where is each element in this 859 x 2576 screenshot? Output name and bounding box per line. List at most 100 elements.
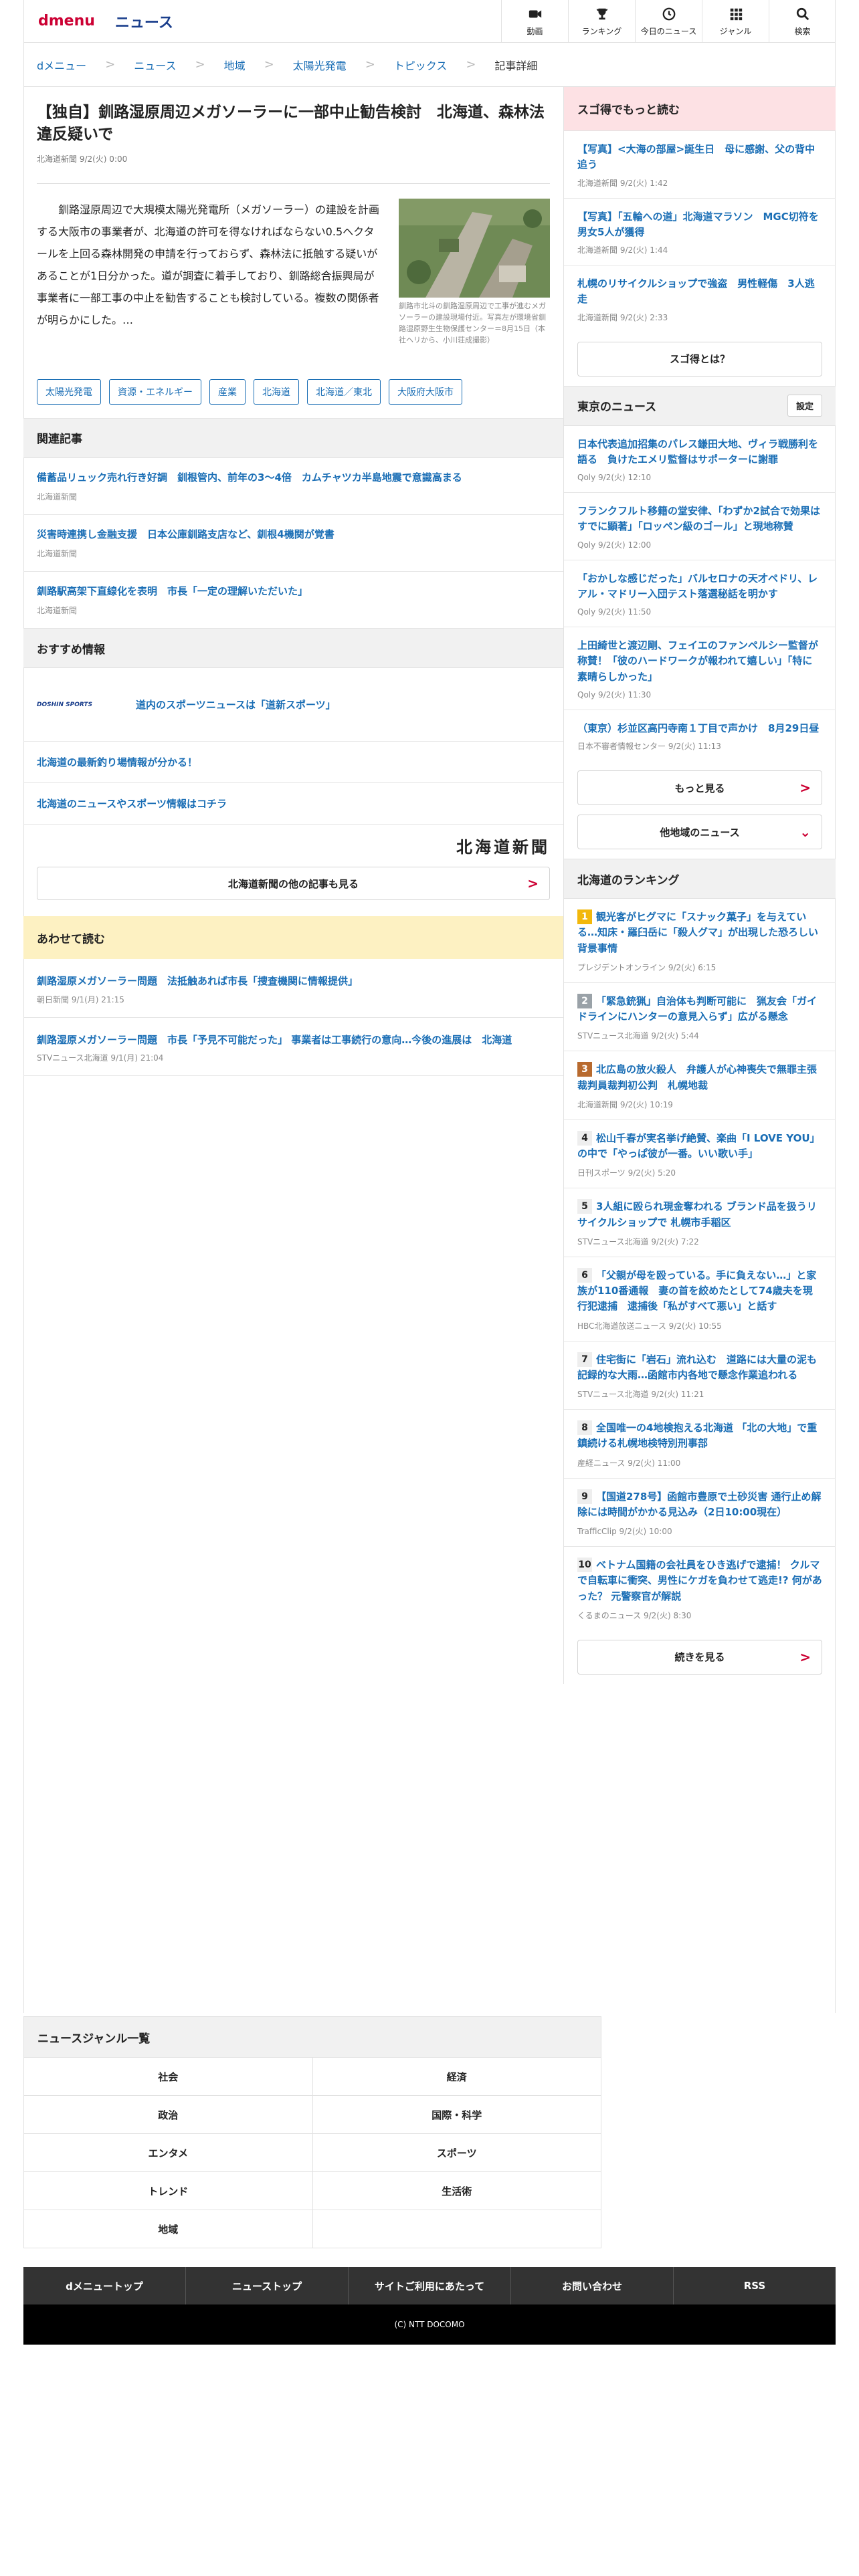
tag-chip[interactable]: 大阪府大阪市 xyxy=(389,379,462,405)
recommend-item-sports[interactable]: DOSHIN SPORTS 道内のスポーツニュースは「道新スポーツ」 xyxy=(23,668,563,742)
article-photo[interactable] xyxy=(399,198,550,298)
tokyo-item[interactable]: 「おかしな感じだった」バルセロナの天才ペドリ、レアル・マドリー入団テスト落選秘話… xyxy=(564,560,836,627)
rank-source: STVニュース北海道 9/2(火) 11:21 xyxy=(577,1390,704,1399)
footer-link-dmenu-top[interactable]: dメニュートップ xyxy=(23,2267,186,2304)
article-text[interactable]: 釧路湿原周辺で大規模太陽光発電所（メガソーラー）の建設を計画する大阪市の事業者が… xyxy=(37,199,383,346)
breadcrumb-region[interactable]: 地域 xyxy=(224,57,246,73)
tag-chip[interactable]: 産業 xyxy=(209,379,246,405)
related-item[interactable]: 災害時連携し金融支援 日本公庫釧路支店など、釧根4機関が覚書 北海道新聞 xyxy=(23,515,563,572)
rank-title[interactable]: 「父親が母を殴っている。手に負えない…」と家族が110番通報 妻の首を絞めたとし… xyxy=(577,1269,816,1313)
article-figure: 釧路市北斗の釧路湿原周辺で工事が進むメガソーラーの建設現場付近。写真左が環境省釧… xyxy=(399,198,550,346)
ranking-item[interactable]: 1 観光客がヒグマに「スナック菓子」を与えている…知床・羅臼岳に「殺人グマ」が出現… xyxy=(564,899,836,983)
rank-badge: 2 xyxy=(577,993,592,1008)
tokyo-item[interactable]: 上田綺世と渡辺剛、フェイエのファンペルシー監督が称賛！「彼のハードワークが報われ… xyxy=(564,627,836,710)
footer-link-news-top[interactable]: ニューストップ xyxy=(186,2267,349,2304)
ranking-item[interactable]: 10 ベトナム国籍の会社員をひき逃げで逮捕！ クルマで自転車に衝突、男性にケガを負… xyxy=(564,1547,836,1630)
also-read-title[interactable]: 釧路湿原メガソーラー問題 市長「予見不可能だった」 事業者は工事続行の意向…今後… xyxy=(37,1033,550,1048)
breadcrumb-topics[interactable]: トピックス xyxy=(394,57,448,73)
ranking-more-button[interactable]: 続きを見る > xyxy=(577,1639,822,1675)
nav-genre[interactable]: ジャンル xyxy=(702,0,769,43)
related-item[interactable]: 釧路駅高架下直線化を表明 市長「一定の理解いただいた」 北海道新聞 xyxy=(23,572,563,628)
genre-list: ニュースジャンル一覧 社会 経済 政治 国際・科学 エンタメ スポーツ トレンド… xyxy=(23,2016,601,2248)
ranking-item[interactable]: 6 「父親が母を殴っている。手に負えない…」と家族が110番通報 妻の首を絞めたと… xyxy=(564,1257,836,1341)
genre-heading: ニュースジャンル一覧 xyxy=(23,2016,601,2058)
recommend-item-news[interactable]: 北海道のニュースやスポーツ情報はコチラ xyxy=(23,783,563,825)
pick-item[interactable]: 【写真】<大海の部屋>誕生日 母に感謝、父の背中追う 北海道新聞 9/2(火) … xyxy=(564,131,836,199)
rank-title[interactable]: 松山千春が実名挙げ絶賛、楽曲「I LOVE YOU」の中で「やっぱ彼が一番。いい… xyxy=(577,1132,820,1160)
genre-item[interactable]: エンタメ xyxy=(24,2134,313,2172)
tokyo-title[interactable]: 「おかしな感じだった」バルセロナの天才ペドリ、レアル・マドリー入団テスト落選秘話… xyxy=(577,571,822,603)
genre-item[interactable]: スポーツ xyxy=(312,2134,601,2172)
rank-title[interactable]: 3人組に殴られ現金奪われる ブランド品を扱うリサイクルショップで 札幌市手稲区 xyxy=(577,1200,817,1228)
tokyo-title[interactable]: 上田綺世と渡辺剛、フェイエのファンペルシー監督が称賛！「彼のハードワークが報われ… xyxy=(577,638,822,685)
rank-title[interactable]: 北広島の放火殺人 弁護人が心神喪失で無罪主張 裁判員裁判初公判 札幌地裁 xyxy=(577,1063,827,1091)
ranking-item[interactable]: 2 「緊急銃猟」自治体も判断可能に 猟友会「ガイドラインにハンターの意見入らず」広… xyxy=(564,983,836,1052)
rank-title[interactable]: 観光客がヒグマに「スナック菓子」を与えている…知床・羅臼岳に「殺人グマ」が出現し… xyxy=(577,911,818,954)
tokyo-title[interactable]: （東京）杉並区高円寺南１丁目で声かけ 8月29日昼 xyxy=(577,721,822,736)
genre-item[interactable]: 生活術 xyxy=(312,2172,601,2210)
tokyo-title[interactable]: フランクフルト移籍の堂安律、「わずか2試合で効果はすでに顕著」「ロッペン級のゴー… xyxy=(577,504,822,535)
ranking-item[interactable]: 8 全国唯一の4地検抱える北海道 「北の大地」で重鎮続ける札幌地検特別刑事部 産経ニ… xyxy=(564,1410,836,1479)
tag-chip[interactable]: 資源・エネルギー xyxy=(109,379,201,405)
tag-chip[interactable]: 太陽光発電 xyxy=(37,379,101,405)
related-item[interactable]: 備蓄品リュック売れ行き好調 釧根管内、前年の3～4倍 カムチャツカ半島地震で意識… xyxy=(23,458,563,515)
publisher-more-button[interactable]: 北海道新聞の他の記事も見る > xyxy=(37,867,550,901)
genre-item[interactable]: 経済 xyxy=(312,2058,601,2096)
breadcrumb-news[interactable]: ニュース xyxy=(134,57,176,73)
rank-title[interactable]: ベトナム国籍の会社員をひき逃げで逮捕！ クルマで自転車に衝突、男性にケガを負わせ… xyxy=(577,1559,822,1602)
tokyo-more-button[interactable]: もっと見る > xyxy=(577,770,822,805)
ranking-item[interactable]: 7 住宅街に「岩石」流れ込む 道路には大量の泥も 記録的な大雨…函館市内各地で懸念… xyxy=(564,1341,836,1410)
related-title[interactable]: 備蓄品リュック売れ行き好調 釧根管内、前年の3～4倍 カムチャツカ半島地震で意識… xyxy=(37,470,550,486)
rank-badge: 9 xyxy=(577,1489,592,1504)
ranking-item[interactable]: 4 松山千春が実名挙げ絶賛、楽曲「I LOVE YOU」の中で「やっぱ彼が一番。い… xyxy=(564,1120,836,1189)
ranking-item[interactable]: 5 3人組に殴られ現金奪われる ブランド品を扱うリサイクルショップで 札幌市手稲区… xyxy=(564,1188,836,1257)
rank-title[interactable]: 全国唯一の4地検抱える北海道 「北の大地」で重鎮続ける札幌地検特別刑事部 xyxy=(577,1422,817,1449)
nav-search[interactable]: 検索 xyxy=(769,0,836,43)
rank-source: STVニュース北海道 9/2(火) 5:44 xyxy=(577,1031,699,1041)
tokyo-title[interactable]: 日本代表追加招集のパレス鎌田大地、ヴィラ戦勝利を語る 負けたエメリ監督はサポータ… xyxy=(577,437,822,468)
rank-title[interactable]: 住宅街に「岩石」流れ込む 道路には大量の泥も 記録的な大雨…函館市内各地で懸念作… xyxy=(577,1354,827,1381)
other-region-button[interactable]: 他地域のニュース ⌄ xyxy=(577,815,822,849)
footer-link-rss[interactable]: RSS xyxy=(674,2267,836,2304)
genre-item[interactable]: 国際・科学 xyxy=(312,2096,601,2134)
related-title[interactable]: 災害時連携し金融支援 日本公庫釧路支店など、釧根4機関が覚書 xyxy=(37,527,550,542)
pick-title[interactable]: 【写真】「五輪への道」北海道マラソン MGC切符を男女5人が獲得 xyxy=(577,209,822,241)
tokyo-item[interactable]: フランクフルト移籍の堂安律、「わずか2試合で効果はすでに顕著」「ロッペン級のゴー… xyxy=(564,493,836,560)
ranking-item[interactable]: 9 【国道278号】函館市豊原で土砂災害 通行止め解除には時間がかかる見込み（2日… xyxy=(564,1479,836,1547)
footer-link-terms[interactable]: サイトご利用にあたって xyxy=(349,2267,511,2304)
dmenu-logo[interactable]: dmenu xyxy=(38,13,95,29)
settings-button[interactable]: 設定 xyxy=(787,395,822,417)
genre-item[interactable]: 地域 xyxy=(24,2210,313,2248)
tokyo-item[interactable]: 日本代表追加招集のパレス鎌田大地、ヴィラ戦勝利を語る 負けたエメリ監督はサポータ… xyxy=(564,426,836,493)
also-read-item[interactable]: 釧路湿原メガソーラー問題 市長「予見不可能だった」 事業者は工事続行の意向…今後… xyxy=(23,1018,563,1076)
site-header: dmenu ニュース 動画 ランキング 今日のニュース ジャンル 検索 xyxy=(23,0,836,43)
genre-item[interactable]: 社会 xyxy=(24,2058,313,2096)
rank-badge: 4 xyxy=(577,1130,592,1146)
recommend-item-fishing[interactable]: 北海道の最新釣り場情報が分かる！ xyxy=(23,742,563,784)
also-read-item[interactable]: 釧路湿原メガソーラー問題 法抵触あれば市長「捜査機関に情報提供」 朝日新聞 9/… xyxy=(23,959,563,1018)
related-title[interactable]: 釧路駅高架下直線化を表明 市長「一定の理解いただいた」 xyxy=(37,584,550,599)
tokyo-item[interactable]: （東京）杉並区高円寺南１丁目で声かけ 8月29日昼 日本不審者情報センター 9/2… xyxy=(564,710,836,761)
breadcrumb-solar[interactable]: 太陽光発電 xyxy=(293,57,347,73)
section-title[interactable]: ニュース xyxy=(115,11,173,32)
breadcrumb-dmenu[interactable]: dメニュー xyxy=(37,57,86,73)
picks-about-button[interactable]: スゴ得とは？ xyxy=(577,341,822,377)
pick-item[interactable]: 札幌のリサイクルショップで強盗 男性軽傷 3人逃走 北海道新聞 9/2(火) 2… xyxy=(564,265,836,332)
genre-item[interactable]: トレンド xyxy=(24,2172,313,2210)
pick-title[interactable]: 【写真】<大海の部屋>誕生日 母に感謝、父の背中追う xyxy=(577,142,822,173)
pick-item[interactable]: 【写真】「五輪への道」北海道マラソン MGC切符を男女5人が獲得 北海道新聞 9… xyxy=(564,199,836,265)
pick-title[interactable]: 札幌のリサイクルショップで強盗 男性軽傷 3人逃走 xyxy=(577,276,822,308)
tag-chip[interactable]: 北海道 xyxy=(254,379,299,405)
also-read-title[interactable]: 釧路湿原メガソーラー問題 法抵触あれば市長「捜査機関に情報提供」 xyxy=(37,974,550,989)
rank-title[interactable]: 「緊急銃猟」自治体も判断可能に 猟友会「ガイドラインにハンターの意見入らず」広が… xyxy=(577,995,817,1023)
nav-video[interactable]: 動画 xyxy=(501,0,568,43)
nav-ranking[interactable]: ランキング xyxy=(568,0,635,43)
genre-item[interactable]: 政治 xyxy=(24,2096,313,2134)
nav-today[interactable]: 今日のニュース xyxy=(635,0,702,43)
tag-chip[interactable]: 北海道／東北 xyxy=(307,379,381,405)
footer-link-contact[interactable]: お問い合わせ xyxy=(511,2267,674,2304)
tokyo-source: Qoly 9/2(火) 12:10 xyxy=(577,473,652,482)
breadcrumb: dメニュー > ニュース > 地域 > 太陽光発電 > トピックス > 記事詳細 xyxy=(23,43,836,87)
ranking-item[interactable]: 3 北広島の放火殺人 弁護人が心神喪失で無罪主張 裁判員裁判初公判 札幌地裁 北海道… xyxy=(564,1051,836,1120)
rank-title[interactable]: 【国道278号】函館市豊原で土砂災害 通行止め解除には時間がかかる見込み（2日1… xyxy=(577,1491,822,1518)
